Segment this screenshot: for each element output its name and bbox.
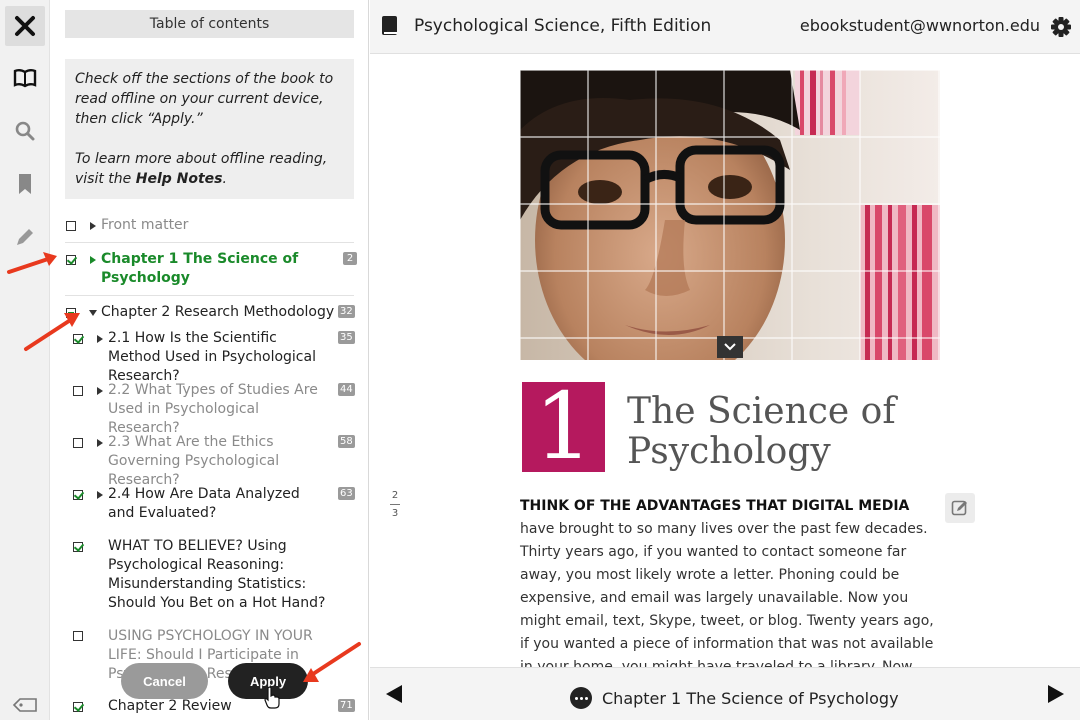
icon-rail <box>0 0 50 720</box>
next-page-icon[interactable] <box>1046 683 1066 705</box>
checkbox-using-psychology[interactable] <box>73 631 83 641</box>
hand-cursor-icon <box>264 686 280 709</box>
bookmarks-button[interactable] <box>0 159 50 209</box>
help-more: To learn more about offline reading, vis… <box>75 151 328 187</box>
chapter-title: The Science of Psychology <box>627 391 896 472</box>
page-badge: 71 <box>338 699 355 712</box>
more-options-icon <box>570 687 592 709</box>
top-bar: Psychological Science, Fifth Edition ebo… <box>370 0 1080 54</box>
page-badge: 2 <box>343 252 357 265</box>
chapter-number: 1 <box>522 381 605 473</box>
toc-panel: Table of contents Check off the sections… <box>50 0 369 720</box>
toc-item-section-2-3[interactable]: 2.3 What Are the Ethics Governing Psycho… <box>108 433 334 490</box>
previous-page-icon[interactable] <box>384 683 404 705</box>
add-note-button[interactable] <box>945 493 975 523</box>
checkbox-chapter-1[interactable] <box>66 255 76 265</box>
expand-section-2-4-icon[interactable] <box>97 491 103 499</box>
search-button[interactable] <box>0 106 50 156</box>
help-instructions: Check off the sections of the book to re… <box>75 71 334 127</box>
edit-note-icon <box>951 500 967 516</box>
close-icon <box>15 16 35 36</box>
page-badge: 63 <box>338 487 355 500</box>
annotation-arrow <box>303 642 361 682</box>
page-indicator: 2 3 <box>390 490 400 519</box>
book-icon <box>382 16 397 35</box>
settings-gear-icon[interactable] <box>1050 16 1072 38</box>
checkbox-chapter-2-review[interactable] <box>73 702 83 712</box>
current-chapter-menu[interactable]: Chapter 1 The Science of Psychology <box>570 687 899 709</box>
annotation-arrow <box>24 313 80 351</box>
expand-section-2-1-icon[interactable] <box>97 335 103 343</box>
page-badge: 35 <box>338 331 355 344</box>
book-icon <box>13 69 37 88</box>
checkbox-section-2-3[interactable] <box>73 438 83 448</box>
help-notes-link[interactable]: Help Notes <box>136 171 223 187</box>
page-badge: 58 <box>338 435 355 448</box>
divider <box>65 242 354 243</box>
toc-item-section-2-1[interactable]: 2.1 How Is the Scientific Method Used in… <box>108 329 330 386</box>
page-badge: 44 <box>338 383 355 396</box>
close-button[interactable] <box>5 6 45 46</box>
current-chapter-label: Chapter 1 The Science of Psychology <box>602 688 899 708</box>
search-icon <box>15 121 35 141</box>
expand-section-2-2-icon[interactable] <box>97 387 103 395</box>
bookmark-icon <box>19 174 31 194</box>
chapter-opener-photo <box>520 70 940 360</box>
toc-item-what-to-believe[interactable]: WHAT TO BELIEVE? Using Psychological Rea… <box>108 537 330 613</box>
toc-item-section-2-4[interactable]: 2.4 How Are Data Analyzed and Evaluated? <box>108 485 330 523</box>
checkbox-section-2-2[interactable] <box>73 386 83 396</box>
tag-button[interactable] <box>0 680 50 720</box>
toc-help-box: Check off the sections of the book to re… <box>65 59 354 199</box>
expand-chapter-1-icon[interactable] <box>90 256 96 264</box>
toc-button[interactable] <box>0 53 50 103</box>
tag-icon <box>12 698 37 712</box>
bottom-nav-bar: Chapter 1 The Science of Psychology <box>370 667 1080 720</box>
chapter-body-text: THINK OF THE ADVANTAGES THAT DIGITAL MED… <box>520 498 934 667</box>
collapse-chapter-2-icon[interactable] <box>89 310 97 316</box>
user-email[interactable]: ebookstudent@wwnorton.edu <box>800 16 1040 35</box>
checkbox-what-to-believe[interactable] <box>73 542 83 552</box>
expand-image-button[interactable] <box>717 336 743 358</box>
toc-item-front-matter[interactable]: Front matter <box>101 216 341 235</box>
checkbox-section-2-4[interactable] <box>73 490 83 500</box>
toc-item-section-2-2[interactable]: 2.2 What Types of Studies Are Used in Ps… <box>108 381 330 438</box>
divider <box>65 295 354 296</box>
toc-item-chapter-1[interactable]: Chapter 1 The Science of Psychology <box>101 250 301 288</box>
page-badge: 32 <box>338 305 355 318</box>
book-title: Psychological Science, Fifth Edition <box>414 16 712 36</box>
chevron-down-icon <box>724 343 736 351</box>
annotation-arrow <box>7 252 57 274</box>
toc-item-chapter-2[interactable]: Chapter 2 Research Methodology <box>101 303 341 322</box>
reading-pane: 1 The Science of Psychology 2 3 THINK OF… <box>370 55 1080 667</box>
checkbox-front-matter[interactable] <box>66 221 76 231</box>
toc-title: Table of contents <box>65 10 354 38</box>
toc-item-chapter-2-review[interactable]: Chapter 2 Review <box>108 697 330 716</box>
expand-section-2-3-icon[interactable] <box>97 439 103 447</box>
cancel-button[interactable]: Cancel <box>121 663 208 699</box>
expand-front-matter-icon[interactable] <box>90 222 96 230</box>
pencil-icon <box>17 229 33 245</box>
